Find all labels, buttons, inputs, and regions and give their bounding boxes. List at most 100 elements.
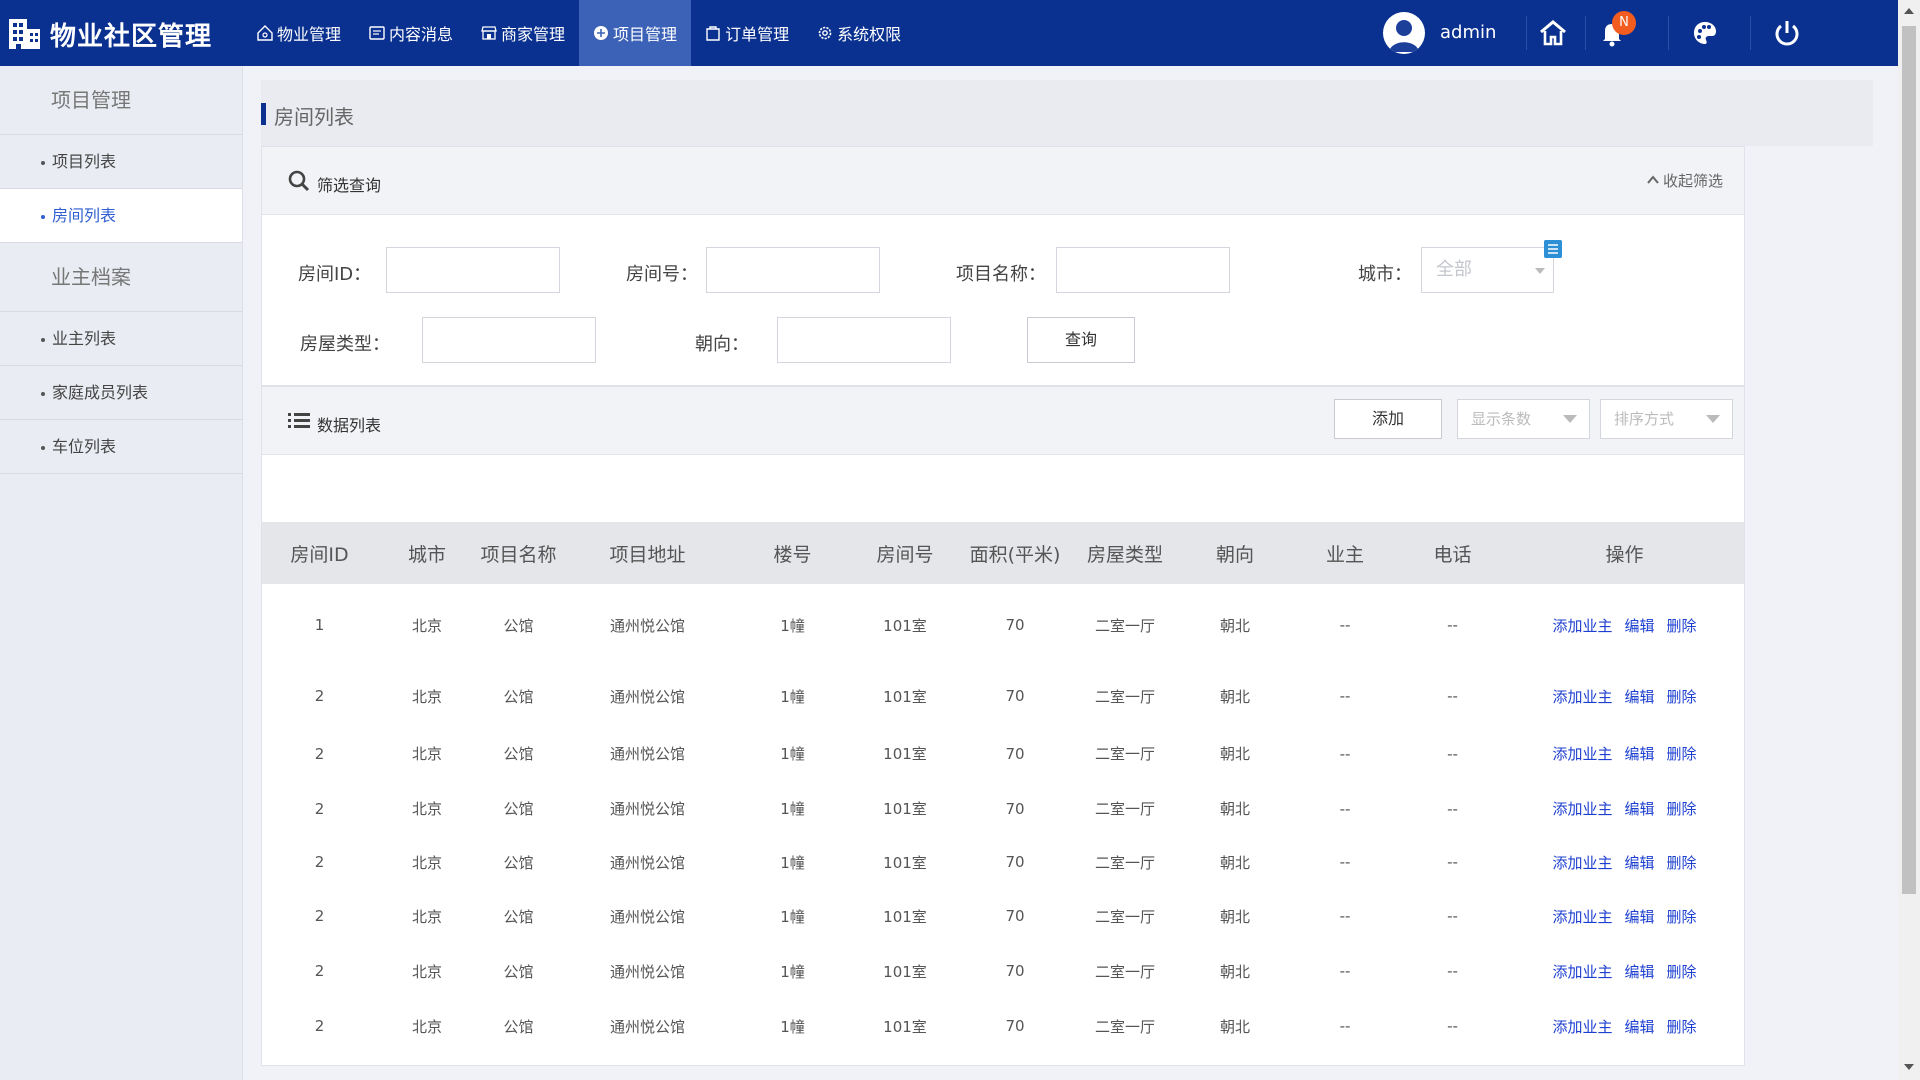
scroll-thumb[interactable] [1902,26,1916,894]
list-icon [288,413,310,428]
edit-link[interactable]: 编辑 [1624,800,1654,818]
city-select-value: 全部 [1436,259,1472,280]
add-button[interactable]: 添加 [1334,399,1442,439]
project-name-label: 项目名称： [956,264,1046,285]
col-actions-header: 操作 [1505,522,1744,584]
sort-select[interactable]: 排序方式 [1600,399,1733,439]
nav-item-project[interactable]: 项目管理 [579,0,692,66]
collapse-filter-button[interactable]: 收起筛选 [1646,170,1723,191]
delete-link[interactable]: 删除 [1667,1018,1697,1036]
project-name-input[interactable] [1056,247,1230,293]
col-room-id-cell: 2 [314,962,325,980]
col-room-id-cell: 1 [314,616,325,634]
col-house-type-cell: 二室一厅 [1094,745,1155,763]
notification-badge: N [1612,11,1636,35]
orientation-label: 朝向： [695,334,749,355]
nav-item-order[interactable]: 订单管理 [691,0,803,66]
table-row: 2 北京 公馆 通州悦公馆 1幢 101室 70 二室一厅 朝北 -- -- 添加业主 编辑 删除 [262,726,1744,781]
col-city-cell: 北京 [411,800,442,818]
add-owner-link[interactable]: 添加业主 [1552,963,1612,981]
delete-link[interactable]: 删除 [1667,963,1697,981]
scroll-down-arrow[interactable] [1904,1064,1914,1070]
col-project-name-cell: 公馆 [503,616,534,635]
nav-item-property[interactable]: 物业管理 [243,0,355,66]
user-name[interactable]: admin [1440,22,1496,43]
edit-link[interactable]: 编辑 [1624,854,1654,872]
col-house-type-cell: 二室一厅 [1094,853,1155,872]
house-type-input[interactable] [422,317,596,363]
filter-panel-header: 筛选查询 收起筛选 [262,147,1744,215]
edit-link[interactable]: 编辑 [1624,688,1654,706]
add-owner-link[interactable]: 添加业主 [1552,617,1612,635]
col-building-cell: 1幢 [780,616,805,635]
col-project-name-cell: 公馆 [503,687,534,706]
query-button[interactable]: 查询 [1027,317,1135,363]
app-logo[interactable]: 物业社区管理 [8,14,212,54]
room-id-input[interactable] [386,247,560,293]
room-table: 房间ID 城市 项目名称 项目地址 楼号 房间号 面积(平米) 房屋类型 朝向 业主 电话 操作 1 北… [262,522,1744,1054]
nav-item-system[interactable]: 系统权限 [803,0,915,66]
sidebar-item-project-list[interactable]: 项目列表 [0,135,242,189]
list-view-icon[interactable] [1544,240,1562,258]
palette-icon[interactable] [1690,18,1720,48]
app-title: 物业社区管理 [50,21,213,52]
sidebar-item-parking-list[interactable]: 车位列表 [0,420,242,474]
data-list-header: 数据列表 添加 显示条数 排序方式 [262,387,1744,455]
col-area-cell: 70 [1005,962,1025,980]
add-owner-link[interactable]: 添加业主 [1552,908,1612,926]
delete-link[interactable]: 删除 [1667,745,1697,763]
delete-link[interactable]: 删除 [1667,908,1697,926]
scroll-up-arrow[interactable] [1904,8,1914,14]
add-owner-link[interactable]: 添加业主 [1552,688,1612,706]
toolbar-divider [1750,16,1751,50]
edit-link[interactable]: 编辑 [1624,908,1654,926]
delete-link[interactable]: 删除 [1667,854,1697,872]
actions-cell: 添加业主 编辑 删除 [1505,944,1744,998]
col-building-cell: 1幢 [780,962,805,981]
add-owner-link[interactable]: 添加业主 [1552,1018,1612,1036]
col-project-address-cell: 通州悦公馆 [609,907,685,926]
sidebar-group-owner[interactable]: 业主档案 [0,243,242,312]
col-orientation-cell: 朝北 [1219,907,1250,926]
add-owner-link[interactable]: 添加业主 [1552,800,1612,818]
delete-link[interactable]: 删除 [1667,688,1697,706]
avatar[interactable] [1383,12,1425,54]
col-city-cell: 北京 [411,962,442,981]
delete-link[interactable]: 删除 [1667,800,1697,818]
col-owner-cell: -- [1339,744,1351,763]
col-phone-cell: -- [1447,962,1458,980]
sidebar-group-project[interactable]: 项目管理 [0,66,242,135]
sidebar-item-family-list[interactable]: 家庭成员列表 [0,366,242,420]
edit-link[interactable]: 编辑 [1624,963,1654,981]
table-row: 2 北京 公馆 通州悦公馆 1幢 101室 70 二室一厅 朝北 -- -- 添加业主 编辑 删除 [262,888,1744,944]
city-select[interactable]: 全部 [1421,247,1554,293]
sidebar-item-room-list[interactable]: 房间列表 [0,189,242,243]
nav-item-content[interactable]: 内容消息 [355,0,467,66]
add-owner-link[interactable]: 添加业主 [1552,854,1612,872]
edit-link[interactable]: 编辑 [1624,617,1654,635]
nav-label: 内容消息 [389,25,454,44]
room-no-input[interactable] [706,247,880,293]
add-owner-link[interactable]: 添加业主 [1552,745,1612,763]
col-city-cell: 北京 [411,853,442,872]
vertical-scrollbar[interactable] [1898,0,1920,1080]
table-row: 2 北京 公馆 通州悦公馆 1幢 101室 70 二室一厅 朝北 -- -- 添加业主 编辑 删除 [262,781,1744,836]
orientation-input[interactable] [777,317,951,363]
toolbar-divider [1526,16,1527,50]
delete-link[interactable]: 删除 [1667,617,1697,635]
col-project-address-cell: 通州悦公馆 [609,745,685,763]
col-building-header: 楼号 [735,522,850,584]
edit-link[interactable]: 编辑 [1624,1018,1654,1036]
nav-item-merchant[interactable]: 商家管理 [467,0,579,66]
power-icon[interactable] [1772,18,1802,48]
col-owner-cell: -- [1339,799,1351,818]
page-size-select[interactable]: 显示条数 [1457,399,1590,439]
sidebar-item-owner-list[interactable]: 业主列表 [0,312,242,366]
home-icon[interactable] [1538,18,1568,48]
edit-link[interactable]: 编辑 [1624,745,1654,763]
col-phone-cell: -- [1447,744,1458,763]
nav-label: 物业管理 [277,25,342,44]
col-phone-cell: -- [1447,799,1458,818]
chevron-up-icon [1647,175,1659,184]
col-room-no-cell: 101室 [883,907,927,926]
